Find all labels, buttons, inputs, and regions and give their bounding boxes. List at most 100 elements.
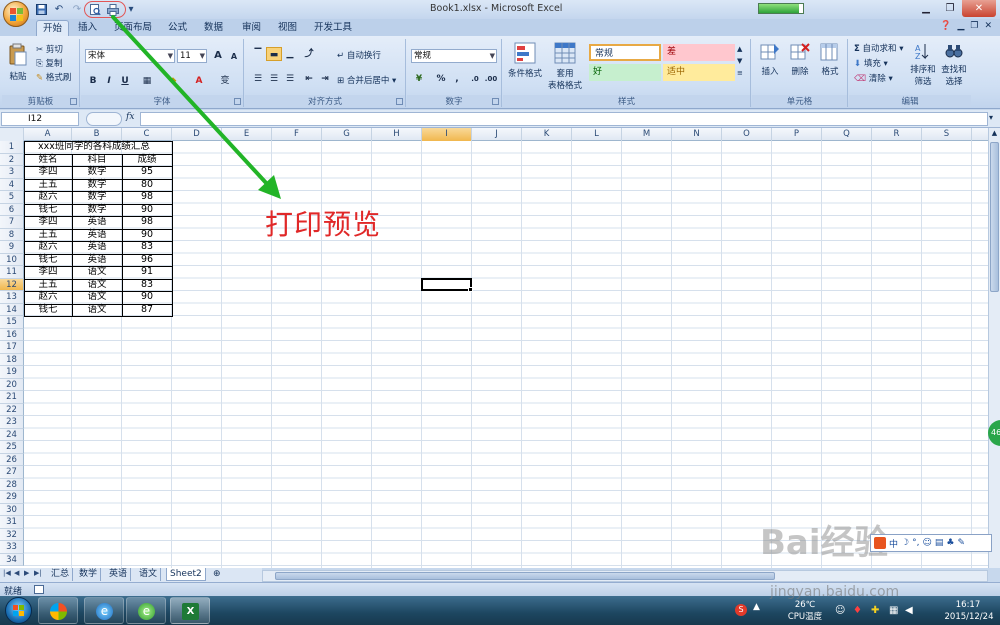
formula-input[interactable] <box>140 112 988 126</box>
row-header-8[interactable]: 8 <box>0 228 24 241</box>
cell-B12[interactable]: 语文 <box>72 279 122 292</box>
border-icon[interactable]: ▦ <box>139 74 155 88</box>
next-sheet-icon[interactable]: ▶ <box>24 569 29 577</box>
column-header-B[interactable]: B <box>72 128 122 141</box>
column-header-D[interactable]: D <box>172 128 222 141</box>
column-header-S[interactable]: S <box>922 128 972 141</box>
number-format-combo[interactable]: 常规 ▼ <box>411 49 497 63</box>
increase-indent-icon[interactable]: ⇥ <box>317 72 333 86</box>
insert-cells-button[interactable]: 插入 <box>756 42 784 77</box>
customize-qat-button[interactable]: ▾ <box>124 3 138 17</box>
row-header-31[interactable]: 31 <box>0 516 24 529</box>
row-header-7[interactable]: 7 <box>0 216 24 229</box>
column-header-J[interactable]: J <box>472 128 522 141</box>
cell-A5[interactable]: 赵六 <box>24 191 72 204</box>
fill-button[interactable]: ⬇ 填充 ▾ <box>854 57 888 69</box>
row-header-18[interactable]: 18 <box>0 353 24 366</box>
tab-formulas[interactable]: 公式 <box>162 20 193 36</box>
cell-A6[interactable]: 钱七 <box>24 204 72 217</box>
font-name-combo[interactable]: 宋体 ▼ <box>85 49 175 63</box>
find-select-button[interactable]: 查找和 选择 <box>939 42 969 87</box>
row-header-11[interactable]: 11 <box>0 266 24 279</box>
row-header-17[interactable]: 17 <box>0 341 24 354</box>
align-bottom-icon[interactable]: ▁ <box>282 47 298 61</box>
cell-header-C2[interactable]: 成绩 <box>122 154 172 167</box>
row-header-12[interactable]: 12 <box>0 278 24 291</box>
ribbon-restore-icon[interactable]: ❐ <box>970 21 978 31</box>
cell-B7[interactable]: 英语 <box>72 216 122 229</box>
clipboard-launcher-icon[interactable] <box>70 98 77 105</box>
column-header-C[interactable]: C <box>122 128 172 141</box>
cell-C8[interactable]: 90 <box>122 229 172 242</box>
ime-moon-icon[interactable]: ☽ <box>901 538 909 548</box>
fill-color-icon[interactable]: ◆ <box>165 74 181 88</box>
comma-button[interactable]: , <box>449 72 465 86</box>
align-center-icon[interactable]: ☰ <box>266 72 282 86</box>
volume-icon[interactable]: ◀ <box>905 605 913 616</box>
cell-C4[interactable]: 80 <box>122 179 172 192</box>
cell-C12[interactable]: 83 <box>122 279 172 292</box>
scroll-up-icon[interactable]: ▲ <box>990 129 999 139</box>
row-header-32[interactable]: 32 <box>0 528 24 541</box>
first-sheet-icon[interactable]: |◀ <box>3 569 11 577</box>
row-header-33[interactable]: 33 <box>0 541 24 554</box>
horizontal-scrollbar[interactable] <box>262 570 988 582</box>
cut-button[interactable]: ✂ 剪切 <box>36 43 63 55</box>
ribbon-close-icon[interactable]: ✕ <box>984 21 992 31</box>
cell-C13[interactable]: 90 <box>122 291 172 304</box>
conditional-format-button[interactable]: 条件格式 <box>507 42 543 79</box>
worksheet-grid[interactable]: ABCDEFGHIJKLMNOPQRS 1 2 3 4 5 6 7 8 9 10 11 12 13 14 1… <box>0 128 988 568</box>
save-icon[interactable] <box>34 3 48 17</box>
cell-A3[interactable]: 李四 <box>24 166 72 179</box>
row-header-26[interactable]: 26 <box>0 453 24 466</box>
ime-language-toggle[interactable]: 中 <box>889 537 898 550</box>
cell-B8[interactable]: 英语 <box>72 229 122 242</box>
ime-keyboard-icon[interactable]: ▤ <box>935 538 944 548</box>
cell-B6[interactable]: 数学 <box>72 204 122 217</box>
cell-header-B2[interactable]: 科目 <box>72 154 122 167</box>
shrink-font-button[interactable]: A <box>226 50 242 64</box>
cell-C6[interactable]: 90 <box>122 204 172 217</box>
tab-view[interactable]: 视图 <box>272 20 303 36</box>
cell-C7[interactable]: 98 <box>122 216 172 229</box>
tab-insert[interactable]: 插入 <box>72 20 103 36</box>
sheet-tab-math[interactable]: 数学 <box>76 568 102 581</box>
fill-handle[interactable] <box>468 287 473 292</box>
vertical-scroll-thumb[interactable] <box>990 142 999 292</box>
taskbar-app-windows[interactable] <box>38 597 78 624</box>
row-header-23[interactable]: 23 <box>0 416 24 429</box>
grow-font-button[interactable]: A <box>210 49 226 63</box>
alignment-launcher-icon[interactable] <box>396 98 403 105</box>
row-header-19[interactable]: 19 <box>0 366 24 379</box>
sort-filter-button[interactable]: AZ 排序和 筛选 <box>909 42 937 87</box>
row-header-1[interactable]: 1 <box>0 141 24 154</box>
increase-decimal-icon[interactable]: .0 <box>467 72 483 86</box>
row-header-9[interactable]: 9 <box>0 241 24 254</box>
paste-button[interactable]: 粘贴 <box>6 43 30 82</box>
ribbon-minimize-icon[interactable]: ▁ <box>957 21 964 31</box>
currency-icon[interactable]: ¥ <box>411 72 427 86</box>
cell-B10[interactable]: 英语 <box>72 254 122 267</box>
font-launcher-icon[interactable] <box>234 98 241 105</box>
cell-B13[interactable]: 语文 <box>72 291 122 304</box>
cell-A9[interactable]: 赵六 <box>24 241 72 254</box>
align-left-icon[interactable]: ☰ <box>250 72 266 86</box>
column-header-K[interactable]: K <box>522 128 572 141</box>
sheet-tab-chinese[interactable]: 语文 <box>136 568 162 581</box>
ime-settings-icon[interactable]: ✎ <box>957 538 965 548</box>
tab-developer[interactable]: 开发工具 <box>308 20 358 36</box>
column-header-Q[interactable]: Q <box>822 128 872 141</box>
row-header-2[interactable]: 2 <box>0 153 24 166</box>
row-header-15[interactable]: 15 <box>0 316 24 329</box>
close-icon[interactable]: ✕ <box>962 0 996 17</box>
row-header-6[interactable]: 6 <box>0 203 24 216</box>
ime-skin-icon[interactable]: ♣ <box>946 538 954 548</box>
format-as-table-button[interactable]: 套用 表格格式 <box>545 42 585 91</box>
format-cells-button[interactable]: 格式 <box>816 42 844 77</box>
row-header-3[interactable]: 3 <box>0 166 24 179</box>
column-header-G[interactable]: G <box>322 128 372 141</box>
cell-B14[interactable]: 语文 <box>72 304 122 317</box>
cell-C14[interactable]: 87 <box>122 304 172 317</box>
format-painter-button[interactable]: ✎ 格式刷 <box>36 71 71 83</box>
styles-scroll[interactable]: ▲ ▼ ≡ <box>737 43 743 79</box>
